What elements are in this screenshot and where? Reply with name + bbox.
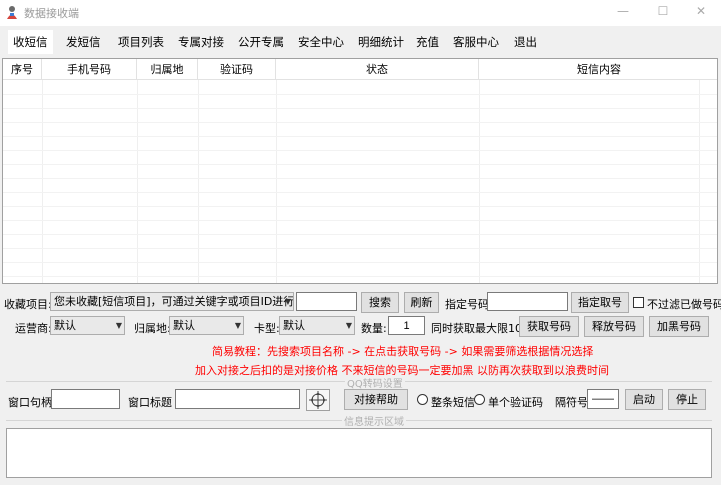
card-type-select-value: 默认 [283,319,305,332]
grid-divider [276,80,277,283]
full-sms-label: 整条短信 [431,396,475,409]
get-number-button[interactable]: 获取号码 [519,316,579,337]
grid-divider [3,248,717,249]
chevron-down-icon: ▼ [345,321,352,330]
location-select[interactable]: 默认 ▼ [169,316,244,335]
column-header-phone[interactable]: 手机号码 [42,59,137,80]
single-code-label: 单个验证码 [488,396,543,409]
filter-used-label: 不过滤已做号码 [647,298,721,311]
menu-item-project-list[interactable]: 项目列表 [113,30,169,54]
menu-item-detail-stats[interactable]: 明细统计 [353,30,409,54]
grid-divider [198,80,199,283]
project-label: 收藏项目: [4,298,52,311]
grid-divider [3,164,717,165]
window-handle-input[interactable] [51,389,120,409]
grid-divider [3,136,717,137]
grid-divider [3,122,717,123]
max-limit-note: 同时获取最大限10 [431,322,522,335]
grid-divider [3,108,717,109]
dock-help-button[interactable]: 对接帮助 [344,389,408,410]
menu-item-exclusive-dock[interactable]: 专属对接 [173,30,229,54]
grid-divider [3,262,717,263]
start-button[interactable]: 启动 [625,389,663,410]
maximize-button[interactable]: ☐ [643,0,683,24]
search-input[interactable] [296,292,357,311]
crosshair-icon [309,391,327,409]
grid-divider [137,80,138,283]
quantity-input[interactable] [388,316,425,335]
assign-number-input[interactable] [487,292,568,311]
qq-group-title: QQ转码设置 [345,375,405,390]
project-combobox-value: 您未收藏[短信项目]，可通过关键字或项目ID进行搜索 [54,295,294,308]
grid-divider [3,192,717,193]
stop-button[interactable]: 停止 [668,389,706,410]
quantity-label: 数量: [361,322,387,335]
grid-divider [3,276,717,277]
carrier-select-value: 默认 [54,319,76,332]
column-header-location[interactable]: 归属地 [137,59,198,80]
title-bar: 数据接收端 — ☐ ✕ [0,0,721,26]
card-type-label: 卡型: [254,322,280,335]
column-header-status[interactable]: 状态 [276,59,479,80]
menu-item-customer-service[interactable]: 客服中心 [448,30,504,54]
separator-input[interactable] [587,389,619,409]
refresh-button[interactable]: 刷新 [404,292,439,313]
app-icon [7,6,17,19]
card-type-select[interactable]: 默认 ▼ [279,316,355,335]
menu-bar: 收短信 发短信 项目列表 专属对接 公开专属 安全中心 明细统计 充值 客服中心… [0,30,721,54]
grid-divider [3,94,717,95]
menu-item-recharge[interactable]: 充值 [411,30,444,54]
release-number-button[interactable]: 释放号码 [584,316,644,337]
single-code-radio[interactable] [474,394,485,405]
window-title-label: 窗口标题 [128,396,172,409]
carrier-select[interactable]: 默认 ▼ [50,316,125,335]
menu-item-security-center[interactable]: 安全中心 [293,30,349,54]
menu-item-send-sms[interactable]: 发短信 [61,30,106,54]
close-button[interactable]: ✕ [681,0,721,24]
carrier-label: 运营商: [15,322,52,335]
chevron-down-icon: ▼ [115,321,122,330]
grid-divider [479,80,480,283]
location-label: 归属地: [134,322,171,335]
sms-table[interactable]: 序号 手机号码 归属地 验证码 状态 短信内容 [2,58,718,284]
menu-item-receive-sms[interactable]: 收短信 [8,30,53,54]
info-area-title: 信息提示区域 [342,413,406,428]
info-message-area[interactable] [6,428,712,478]
column-header-sms-content[interactable]: 短信内容 [479,59,717,80]
column-header-code[interactable]: 验证码 [198,59,276,80]
table-header: 序号 手机号码 归属地 验证码 状态 短信内容 [3,59,717,80]
grid-divider [3,178,717,179]
tutorial-note: 简易教程：先搜索项目名称 -> 在点击获取号码 -> 如果需要筛选根据情况选择 [212,345,594,358]
grid-divider [3,234,717,235]
column-header-index[interactable]: 序号 [3,59,42,80]
menu-item-public-exclusive[interactable]: 公开专属 [233,30,289,54]
location-select-value: 默认 [173,319,195,332]
window-title-input[interactable] [175,389,300,409]
search-button[interactable]: 搜索 [361,292,399,313]
window-title: 数据接收端 [24,7,79,20]
blacklist-number-button[interactable]: 加黑号码 [649,316,709,337]
window-handle-label: 窗口句柄 [8,396,52,409]
grid-divider [3,206,717,207]
project-combobox[interactable]: 您未收藏[短信项目]，可通过关键字或项目ID进行搜索 ▼ [50,292,294,311]
grid-divider [699,80,700,283]
minimize-button[interactable]: — [603,0,643,24]
full-sms-radio[interactable] [417,394,428,405]
assign-number-label: 指定号码: [445,298,493,311]
filter-used-checkbox[interactable] [633,297,644,308]
grid-divider [3,220,717,221]
grid-divider [3,150,717,151]
menu-item-exit[interactable]: 退出 [509,30,542,54]
chevron-down-icon: ▼ [234,321,241,330]
window-picker-crosshair[interactable] [306,389,330,411]
chevron-down-icon: ▼ [284,297,291,306]
assign-number-button[interactable]: 指定取号 [571,292,629,313]
grid-divider [42,80,43,283]
